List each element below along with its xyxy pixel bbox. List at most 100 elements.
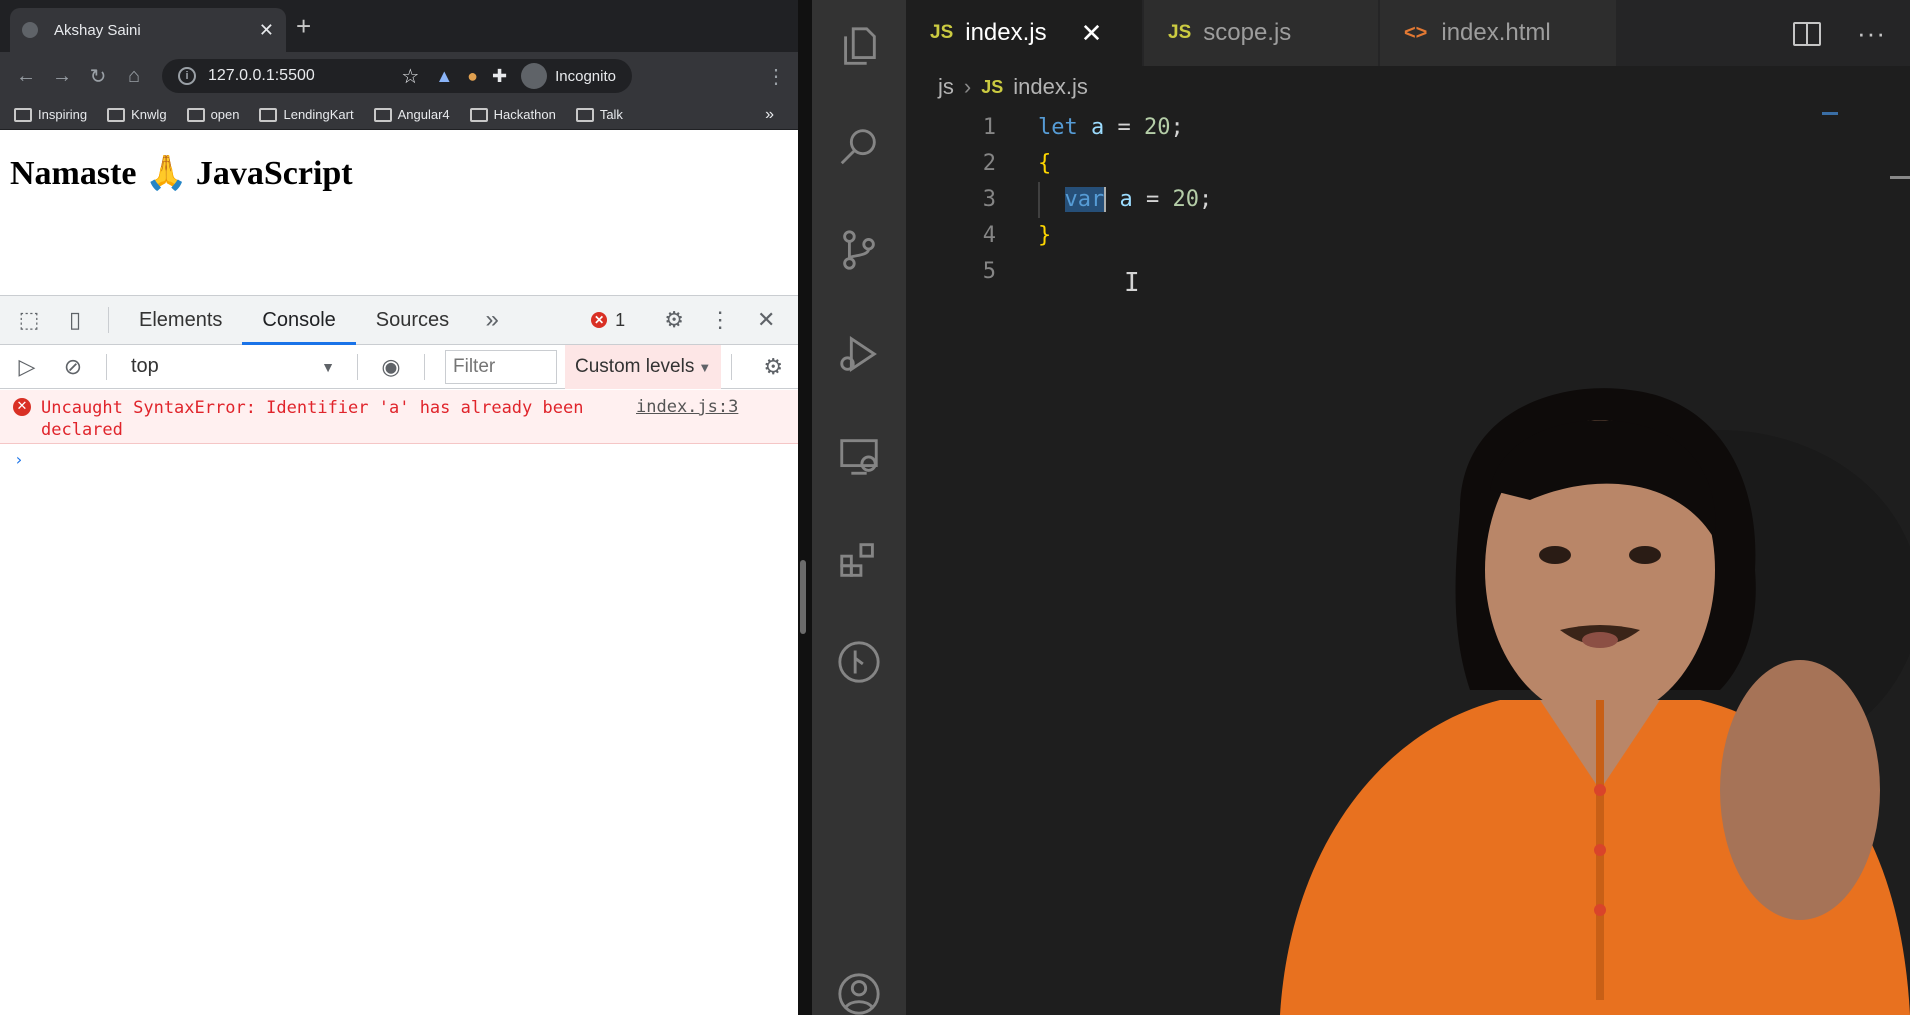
folder-icon xyxy=(469,107,488,122)
devtools-menu-icon[interactable]: ⋮ xyxy=(697,307,743,333)
close-devtools-icon[interactable]: ✕ xyxy=(743,307,789,333)
close-tab-icon[interactable]: ✕ xyxy=(259,20,274,41)
tab-index-html[interactable]: <> index.html xyxy=(1380,0,1616,66)
reload-icon[interactable]: ↻ xyxy=(80,64,116,89)
bookmark-folder[interactable]: Angular4 xyxy=(373,107,450,122)
tab-title: Akshay Saini xyxy=(54,21,141,39)
bookmark-folder[interactable]: Knwlg xyxy=(107,107,167,122)
identifier: a xyxy=(1119,187,1133,212)
selected-keyword: var xyxy=(1064,187,1105,212)
back-icon[interactable]: ← xyxy=(8,65,44,88)
window-splitter[interactable] xyxy=(798,0,812,1015)
account-icon[interactable] xyxy=(812,962,906,1015)
activity-bar xyxy=(812,0,906,1015)
page-heading: Namaste 🙏 JavaScript xyxy=(10,155,353,192)
js-file-icon: JS xyxy=(1168,22,1192,43)
identifier: a xyxy=(1091,115,1105,140)
settings-gear-icon[interactable]: ⚙ xyxy=(651,307,697,333)
breadcrumb-file[interactable]: index.js xyxy=(1013,74,1088,100)
tab-index-js[interactable]: JS index.js ✕ xyxy=(906,0,1142,66)
console-settings-icon[interactable]: ⚙ xyxy=(750,354,796,380)
tab-sources[interactable]: Sources xyxy=(356,295,469,345)
extension-cookie-icon[interactable]: ● xyxy=(467,66,478,87)
inspect-element-icon[interactable]: ⬚ xyxy=(6,307,52,333)
git-graph-icon[interactable] xyxy=(812,630,906,694)
run-debug-icon[interactable] xyxy=(812,322,906,386)
sidebar-toggle-icon[interactable]: ▷ xyxy=(4,354,50,380)
html-file-icon: <> xyxy=(1404,21,1428,44)
bookmark-folder[interactable]: Talk xyxy=(575,107,623,122)
search-icon[interactable] xyxy=(812,114,906,178)
bookmark-star-icon[interactable]: ☆ xyxy=(401,64,419,89)
keyword: let xyxy=(1038,115,1078,140)
divider xyxy=(106,353,107,380)
code-line[interactable]: 3 var a = 20; xyxy=(906,182,1910,218)
address-bar[interactable]: i 127.0.0.1:5500 ☆ ▲ ● ✚ Incognito xyxy=(162,59,632,93)
forward-icon[interactable]: → xyxy=(44,65,80,88)
more-tabs-icon[interactable]: » xyxy=(469,306,515,334)
folder-icon xyxy=(107,107,126,122)
bookmark-label: Talk xyxy=(599,107,623,122)
code-line[interactable]: 5 xyxy=(906,254,1910,290)
operator: = xyxy=(1132,187,1173,212)
editor-tabbar: JS index.js ✕ JS scope.js <> index.html … xyxy=(906,0,1910,66)
remote-explorer-icon[interactable] xyxy=(812,424,906,488)
close-brace: } xyxy=(1038,223,1052,248)
breadcrumb: js › JS index.js xyxy=(938,74,1088,100)
js-file-icon: JS xyxy=(981,76,1004,97)
log-levels-dropdown[interactable]: Custom levels ▼ xyxy=(565,344,722,389)
new-tab-icon[interactable]: + xyxy=(296,12,311,40)
bookmark-folder[interactable]: Inspiring xyxy=(14,107,87,122)
tab-scope-js[interactable]: JS scope.js xyxy=(1144,0,1378,66)
console-prompt[interactable]: › xyxy=(14,450,24,469)
code-line[interactable]: 1 let a = 20; xyxy=(906,110,1910,146)
chevron-right-icon: › xyxy=(963,74,972,99)
home-icon[interactable]: ⌂ xyxy=(116,65,152,88)
semicolon: ; xyxy=(1199,187,1213,212)
bookmark-label: Knwlg xyxy=(131,107,167,122)
tab-console[interactable]: Console xyxy=(242,295,356,345)
error-text: Uncaught SyntaxError: Identifier 'a' has… xyxy=(41,398,584,440)
source-control-icon[interactable] xyxy=(812,218,906,282)
operator: = xyxy=(1104,115,1144,140)
device-toolbar-icon[interactable]: ▯ xyxy=(52,307,98,333)
site-info-icon[interactable]: i xyxy=(178,67,196,85)
browser-menu-icon[interactable]: ⋮ xyxy=(758,64,794,89)
console-error-message: ✕ Uncaught SyntaxError: Identifier 'a' h… xyxy=(0,390,798,444)
live-expression-eye-icon[interactable]: ◉ xyxy=(368,354,414,380)
incognito-label: Incognito xyxy=(555,67,616,85)
code-line[interactable]: 4 } xyxy=(906,218,1910,254)
more-actions-icon[interactable]: ··· xyxy=(1857,18,1886,49)
close-tab-icon[interactable]: ✕ xyxy=(1081,18,1103,49)
text-cursor xyxy=(1104,187,1107,212)
extensions-icon[interactable] xyxy=(812,528,906,592)
split-editor-icon[interactable] xyxy=(1793,21,1822,46)
number-literal: 20 xyxy=(1144,115,1171,140)
tab-label: index.js xyxy=(965,19,1047,46)
tab-elements[interactable]: Elements xyxy=(119,295,242,345)
clear-console-icon[interactable]: ⊘ xyxy=(50,354,96,380)
extension-chart-icon[interactable]: ▲ xyxy=(435,66,453,87)
minimap[interactable] xyxy=(1822,112,1838,115)
error-source-link[interactable]: index.js:3 xyxy=(636,397,738,417)
files-icon[interactable] xyxy=(812,14,906,78)
extensions-puzzle-icon[interactable]: ✚ xyxy=(492,66,507,87)
code-line[interactable]: 2 { xyxy=(906,146,1910,182)
bookmark-folder[interactable]: open xyxy=(186,107,239,122)
bookmark-folder[interactable]: LendingKart xyxy=(259,107,354,122)
context-selector[interactable]: top ▼ xyxy=(117,355,347,378)
line-number: 2 xyxy=(982,151,996,176)
breadcrumb-folder[interactable]: js xyxy=(938,74,954,100)
semicolon: ; xyxy=(1170,115,1184,140)
bookmark-label: Hackathon xyxy=(493,107,556,122)
console-filter-input[interactable] xyxy=(445,349,557,384)
bookmarks-overflow-icon[interactable]: » xyxy=(765,106,774,124)
divider xyxy=(357,353,358,380)
browser-toolbar: ← → ↻ ⌂ i 127.0.0.1:5500 ☆ ▲ ● ✚ Incogni… xyxy=(0,52,798,100)
scroll-grip[interactable] xyxy=(800,560,806,634)
code-editor[interactable]: 1 let a = 20; 2 { 3 var a = 20; 4 } 5 xyxy=(906,110,1910,290)
line-number: 5 xyxy=(982,259,996,284)
bookmark-folder[interactable]: Hackathon xyxy=(469,107,556,122)
browser-tab[interactable]: Akshay Saini ✕ xyxy=(10,8,286,52)
error-count-badge[interactable]: ✕ 1 xyxy=(591,310,625,331)
